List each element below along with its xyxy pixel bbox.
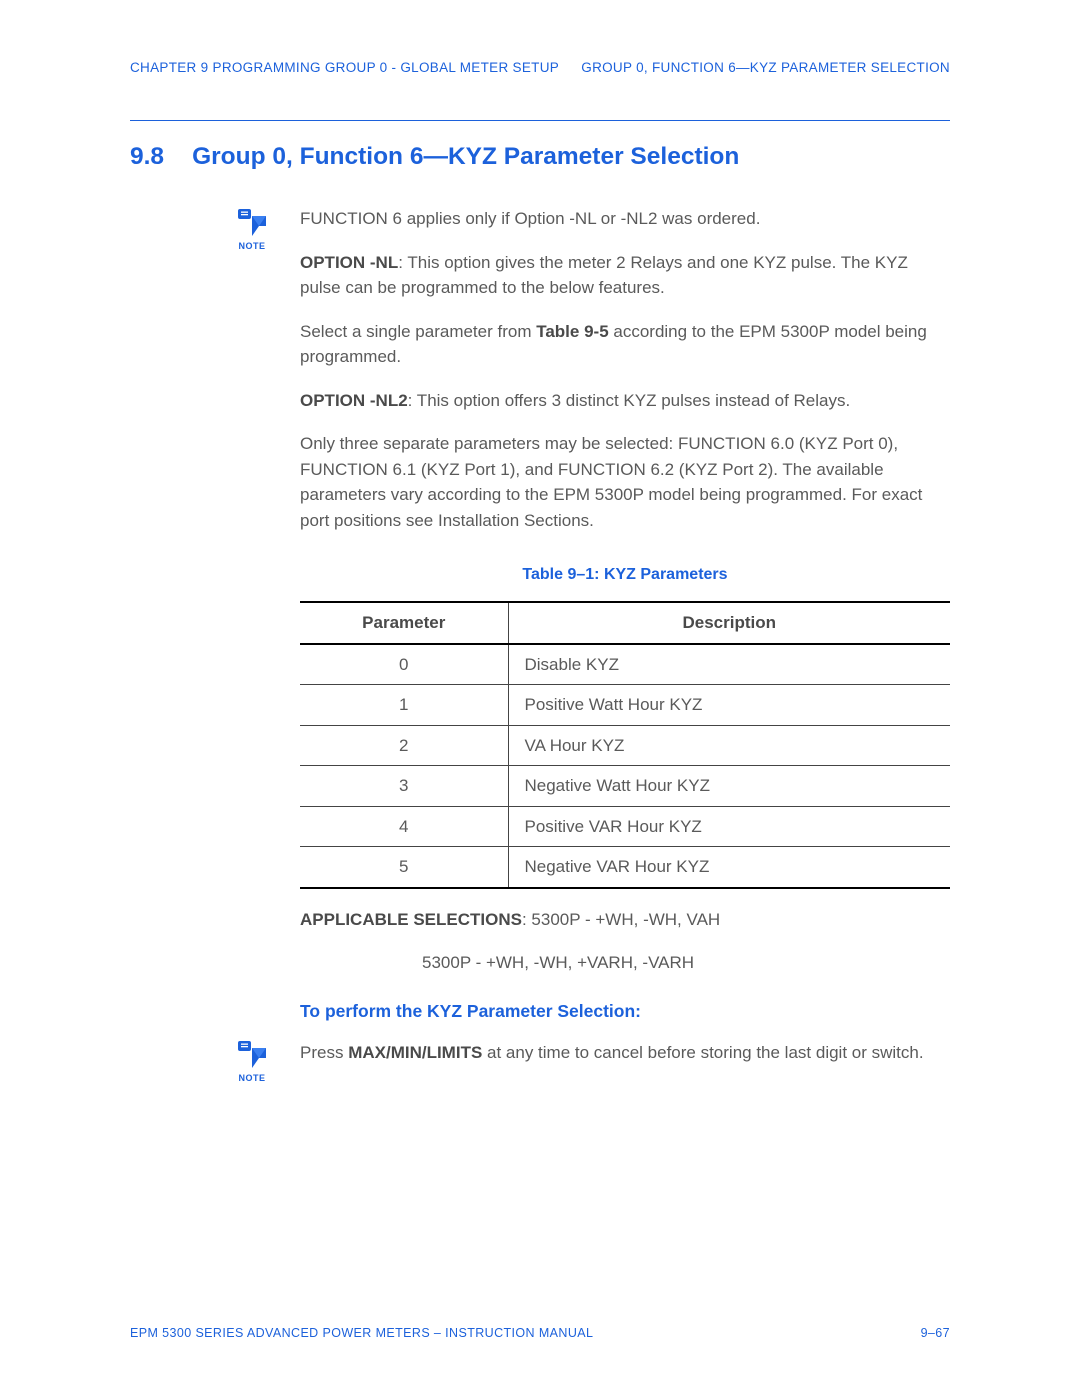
cell-param: 3 xyxy=(300,766,508,807)
option-nl2-label: OPTION -NL2 xyxy=(300,391,408,410)
cell-param: 5 xyxy=(300,847,508,888)
paragraph-4: OPTION -NL2: This option offers 3 distin… xyxy=(300,388,950,414)
paragraph-6b: at any time to cancel before storing the… xyxy=(482,1043,923,1062)
cell-desc: Negative Watt Hour KYZ xyxy=(508,766,950,807)
header-rule xyxy=(130,120,950,121)
table-caption: Table 9–1: KYZ Parameters xyxy=(300,563,950,587)
cell-desc: VA Hour KYZ xyxy=(508,725,950,766)
note-icon: NOTE xyxy=(232,208,272,254)
table-row: 4Positive VAR Hour KYZ xyxy=(300,806,950,847)
section-title-text: Group 0, Function 6—KYZ Parameter Select… xyxy=(192,139,739,176)
appsel-label: APPLICABLE SELECTIONS xyxy=(300,910,522,929)
cell-param: 2 xyxy=(300,725,508,766)
kyz-parameters-table: Parameter Description 0Disable KYZ 1Posi… xyxy=(300,601,950,889)
maxminlimits-label: MAX/MIN/LIMITS xyxy=(348,1043,482,1062)
cell-desc: Disable KYZ xyxy=(508,644,950,685)
table-row: 3Negative Watt Hour KYZ xyxy=(300,766,950,807)
paragraph-1: FUNCTION 6 applies only if Option -NL or… xyxy=(300,206,950,232)
note-label: NOTE xyxy=(232,1072,272,1086)
footer-left: EPM 5300 SERIES ADVANCED POWER METERS – … xyxy=(130,1324,593,1343)
footer-right: 9–67 xyxy=(921,1324,950,1343)
paragraph-6: Press MAX/MIN/LIMITS at any time to canc… xyxy=(300,1040,950,1066)
cell-param: 4 xyxy=(300,806,508,847)
table-row: 0Disable KYZ xyxy=(300,644,950,685)
cell-param: 1 xyxy=(300,685,508,726)
note-icon: NOTE xyxy=(232,1040,272,1086)
th-description: Description xyxy=(508,602,950,644)
paragraph-3a: Select a single parameter from xyxy=(300,322,536,341)
cell-desc: Positive Watt Hour KYZ xyxy=(508,685,950,726)
cell-param: 0 xyxy=(300,644,508,685)
applicable-selections-line2: 5300P - +WH, -WH, +VARH, -VARH xyxy=(422,950,950,976)
section-number: 9.8 xyxy=(130,139,164,176)
table-ref: Table 9-5 xyxy=(536,322,608,341)
header-right: GROUP 0, FUNCTION 6—KYZ PARAMETER SELECT… xyxy=(581,58,950,78)
th-parameter: Parameter xyxy=(300,602,508,644)
page-footer: EPM 5300 SERIES ADVANCED POWER METERS – … xyxy=(130,1324,950,1343)
procedure-subhead: To perform the KYZ Parameter Selection: xyxy=(300,998,950,1024)
paragraph-5: Only three separate parameters may be se… xyxy=(300,431,950,533)
cell-desc: Negative VAR Hour KYZ xyxy=(508,847,950,888)
cell-desc: Positive VAR Hour KYZ xyxy=(508,806,950,847)
paragraph-6a: Press xyxy=(300,1043,348,1062)
header-left: CHAPTER 9 PROGRAMMING GROUP 0 - GLOBAL M… xyxy=(130,58,559,78)
table-header-row: Parameter Description xyxy=(300,602,950,644)
table-row: 2VA Hour KYZ xyxy=(300,725,950,766)
table-row: 1Positive Watt Hour KYZ xyxy=(300,685,950,726)
page-header: CHAPTER 9 PROGRAMMING GROUP 0 - GLOBAL M… xyxy=(130,58,950,120)
paragraph-2: OPTION -NL: This option gives the meter … xyxy=(300,250,950,301)
appsel-rest: : 5300P - +WH, -WH, VAH xyxy=(522,910,720,929)
note-block-2: NOTE Press MAX/MIN/LIMITS at any time to… xyxy=(300,1040,950,1066)
paragraph-4-rest: : This option offers 3 distinct KYZ puls… xyxy=(408,391,851,410)
option-nl-label: OPTION -NL xyxy=(300,253,398,272)
content-area: NOTE FUNCTION 6 applies only if Option -… xyxy=(300,206,950,1065)
section-heading: 9.8 Group 0, Function 6—KYZ Parameter Se… xyxy=(130,139,950,176)
applicable-selections: APPLICABLE SELECTIONS: 5300P - +WH, -WH,… xyxy=(300,907,950,933)
paragraph-3: Select a single parameter from Table 9-5… xyxy=(300,319,950,370)
table-row: 5Negative VAR Hour KYZ xyxy=(300,847,950,888)
note-label: NOTE xyxy=(232,240,272,254)
